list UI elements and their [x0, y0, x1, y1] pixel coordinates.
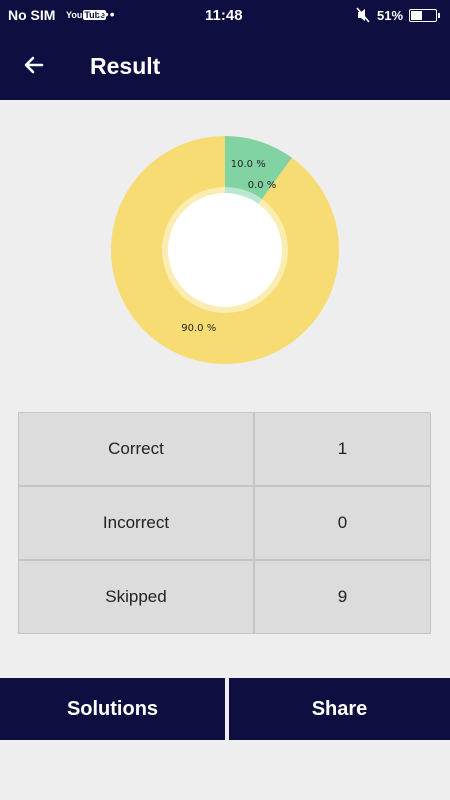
more-notifications-icon: ••• [98, 6, 116, 22]
table-row: Incorrect 0 [19, 487, 430, 559]
table-row: Skipped 9 [19, 561, 430, 633]
slice-label-incorrect: 0.0 % [248, 180, 277, 191]
table-cell-label: Skipped [19, 561, 253, 633]
arrow-left-icon [24, 56, 44, 74]
youtube-icon-you: You [66, 10, 83, 20]
share-button[interactable]: Share [229, 678, 450, 740]
battery-nub [438, 13, 440, 18]
table-cell-label: Correct [19, 413, 253, 485]
carrier-text: No SIM [8, 7, 56, 23]
page-title: Result [90, 53, 161, 79]
clock: 11:48 [205, 7, 243, 24]
table-cell-value: 0 [255, 487, 430, 559]
battery-level-fill [411, 11, 423, 20]
slice-label-skipped: 90.0 % [181, 323, 216, 334]
battery-percent: 51% [377, 8, 404, 23]
status-bar: No SIM You Tube ••• 11:48 51% [0, 0, 450, 30]
table-cell-value: 9 [255, 561, 430, 633]
table-cell-label: Incorrect [19, 487, 253, 559]
back-button[interactable] [16, 47, 52, 83]
chart-hole [168, 193, 282, 307]
solutions-button[interactable]: Solutions [0, 678, 225, 740]
bottom-action-bar: Solutions Share [0, 678, 450, 740]
table-row: Correct 1 [19, 413, 430, 485]
result-donut-chart: 10.0 % 0.0 % 90.0 % [111, 136, 339, 364]
app-bar: Result [0, 30, 450, 100]
results-table: Correct 1 Incorrect 0 Skipped 9 [18, 412, 431, 634]
battery-icon [409, 9, 440, 22]
table-cell-value: 1 [255, 413, 430, 485]
slice-label-correct: 10.0 % [231, 159, 266, 170]
muted-icon [356, 7, 370, 23]
